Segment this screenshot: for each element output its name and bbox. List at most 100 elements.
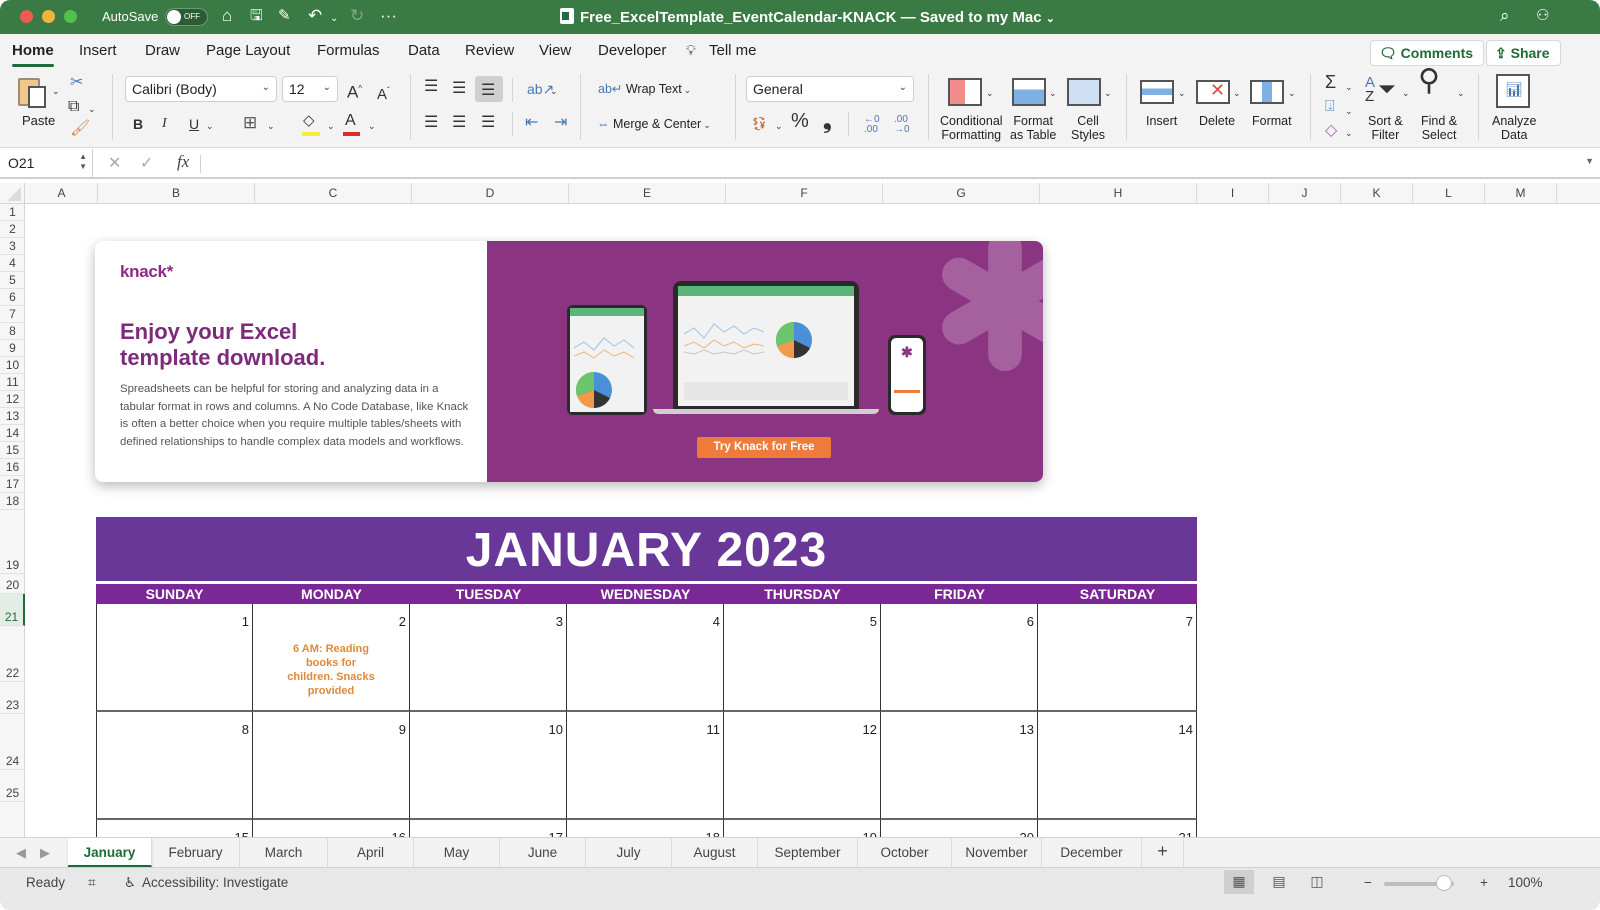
row-header-21[interactable]: 21: [0, 594, 25, 626]
home-icon[interactable]: ⌂: [222, 6, 232, 26]
row-header-14[interactable]: 14: [0, 425, 25, 442]
page-layout-view-button[interactable]: ▤: [1264, 870, 1294, 894]
tab-data[interactable]: Data: [408, 42, 440, 59]
sheet-tab-may[interactable]: May: [414, 838, 500, 867]
row-header-20[interactable]: 20: [0, 574, 25, 594]
row-header-6[interactable]: 6: [0, 289, 25, 306]
row-header-18[interactable]: 18: [0, 493, 25, 510]
calendar-day-cell[interactable]: 5: [724, 604, 881, 712]
minimize-window-button[interactable]: [42, 10, 55, 23]
row-header-15[interactable]: 15: [0, 442, 25, 459]
underline-dropdown-icon[interactable]: ⌄: [206, 117, 214, 135]
sheet-tab-november[interactable]: November: [952, 838, 1042, 867]
previous-sheet-icon[interactable]: ◀: [16, 845, 26, 861]
sheet-tab-march[interactable]: March: [240, 838, 328, 867]
calendar-day-cell[interactable]: 1: [96, 604, 253, 712]
zoom-level[interactable]: 100%: [1508, 875, 1543, 890]
redo-icon[interactable]: ↻: [350, 6, 364, 26]
font-name-dropdown[interactable]: Calibri (Body) ⌄: [125, 76, 277, 102]
row-header-10[interactable]: 10: [0, 357, 25, 374]
calendar-day-cell[interactable]: 10: [410, 712, 567, 820]
row-header-22[interactable]: 22: [0, 626, 25, 682]
save-as-icon[interactable]: ✎: [278, 6, 291, 26]
row-header-7[interactable]: 7: [0, 306, 25, 323]
calendar-day-cell[interactable]: 6: [881, 604, 1038, 712]
row-header-8[interactable]: 8: [0, 323, 25, 340]
zoom-in-button[interactable]: +: [1480, 875, 1488, 890]
confirm-formula-icon[interactable]: ✓: [140, 153, 153, 173]
calendar-day-cell[interactable]: 21: [1038, 820, 1197, 837]
calendar-event[interactable]: 6 AM: Reading books for children. Snacks…: [253, 642, 409, 698]
clear-dropdown-icon[interactable]: ⌄: [1345, 124, 1353, 142]
comments-button[interactable]: 🗨︎ Comments: [1370, 40, 1485, 66]
align-left-icon[interactable]: ☰: [424, 114, 438, 132]
row-header-2[interactable]: 2: [0, 221, 25, 238]
borders-dropdown-icon[interactable]: ⌄: [267, 117, 275, 135]
tell-me-search[interactable]: Tell me: [709, 42, 757, 59]
calendar-day-cell[interactable]: 12: [724, 712, 881, 820]
sheet-tab-february[interactable]: February: [152, 838, 240, 867]
worksheet[interactable]: knack* Enjoy your Excel template download…: [26, 204, 1600, 837]
zoom-window-button[interactable]: [64, 10, 77, 23]
row-header-3[interactable]: 3: [0, 238, 25, 255]
calendar-day-cell[interactable]: 15: [96, 820, 253, 837]
calendar-day-cell[interactable]: 16: [253, 820, 410, 837]
column-header-h[interactable]: H: [1040, 183, 1197, 204]
merge-center-button[interactable]: ⇔ Merge & Center ⌄: [597, 117, 711, 132]
column-header-g[interactable]: G: [883, 183, 1040, 204]
fill-dropdown-icon[interactable]: ⌄: [1345, 102, 1353, 120]
fill-color-icon[interactable]: ◇: [303, 112, 315, 130]
copy-dropdown-icon[interactable]: ⌄: [88, 100, 96, 118]
row-header-4[interactable]: 4: [0, 255, 25, 272]
wrap-text-button[interactable]: ab↵ Wrap Text ⌄: [598, 82, 691, 97]
row-header-17[interactable]: 17: [0, 476, 25, 493]
align-center-icon[interactable]: ☰: [452, 114, 466, 132]
row-header-5[interactable]: 5: [0, 272, 25, 289]
formula-input[interactable]: [210, 155, 1580, 173]
calendar-day-cell[interactable]: 18: [567, 820, 724, 837]
name-box[interactable]: O21 ▲ ▼: [0, 149, 93, 177]
collaborate-icon[interactable]: ⚇: [1536, 6, 1549, 26]
calendar-day-cell[interactable]: 4: [567, 604, 724, 712]
accessibility-icon[interactable]: ♿︎: [124, 875, 136, 891]
increase-decimal-icon[interactable]: ←0.00: [864, 115, 880, 135]
calendar-day-cell[interactable]: 14: [1038, 712, 1197, 820]
sheet-tab-june[interactable]: June: [500, 838, 586, 867]
tab-home[interactable]: Home: [12, 42, 54, 67]
decrease-indent-icon[interactable]: ⇤: [525, 114, 538, 132]
more-commands-icon[interactable]: ···: [380, 6, 397, 26]
comma-style-button[interactable]: ❟: [823, 110, 832, 132]
calendar-day-cell[interactable]: 8: [96, 712, 253, 820]
accounting-format-icon[interactable]: 💱︎: [751, 115, 768, 133]
number-format-dropdown[interactable]: General ⌄: [746, 76, 914, 102]
calendar-day-cell[interactable]: 3: [410, 604, 567, 712]
zoom-slider-handle[interactable]: [1436, 875, 1452, 891]
font-size-dropdown[interactable]: 12 ⌄: [282, 76, 338, 102]
calendar-day-cell[interactable]: 11: [567, 712, 724, 820]
align-middle-icon[interactable]: ☰: [452, 80, 466, 98]
column-header-e[interactable]: E: [569, 183, 726, 204]
column-header-d[interactable]: D: [412, 183, 569, 204]
calendar-day-cell[interactable]: 17: [410, 820, 567, 837]
increase-indent-icon[interactable]: ⇥: [554, 114, 567, 132]
accessibility-status[interactable]: Accessibility: Investigate: [142, 875, 288, 890]
sheet-tab-august[interactable]: August: [672, 838, 758, 867]
insert-function-button[interactable]: fx: [177, 152, 189, 172]
fill-color-dropdown-icon[interactable]: ⌄: [327, 117, 335, 135]
tab-developer[interactable]: Developer: [598, 42, 666, 59]
calendar-day-cell[interactable]: 7: [1038, 604, 1197, 712]
try-knack-free-button[interactable]: Try Knack for Free: [697, 437, 831, 458]
fill-icon[interactable]: ⍗: [1325, 98, 1335, 116]
sheet-tab-september[interactable]: September: [758, 838, 858, 867]
calendar-day-cell[interactable]: 19: [724, 820, 881, 837]
calendar-day-cell[interactable]: 9: [253, 712, 410, 820]
zoom-out-button[interactable]: −: [1364, 875, 1372, 890]
tab-page-layout[interactable]: Page Layout: [206, 42, 290, 59]
search-icon[interactable]: ⌕: [1500, 6, 1510, 26]
tab-insert[interactable]: Insert: [79, 42, 117, 59]
share-button[interactable]: ⇪ Share: [1486, 40, 1561, 66]
undo-icon[interactable]: ↶: [308, 6, 322, 26]
row-header-16[interactable]: 16: [0, 459, 25, 476]
align-right-icon[interactable]: ☰: [481, 114, 495, 132]
column-header-k[interactable]: K: [1341, 183, 1413, 204]
